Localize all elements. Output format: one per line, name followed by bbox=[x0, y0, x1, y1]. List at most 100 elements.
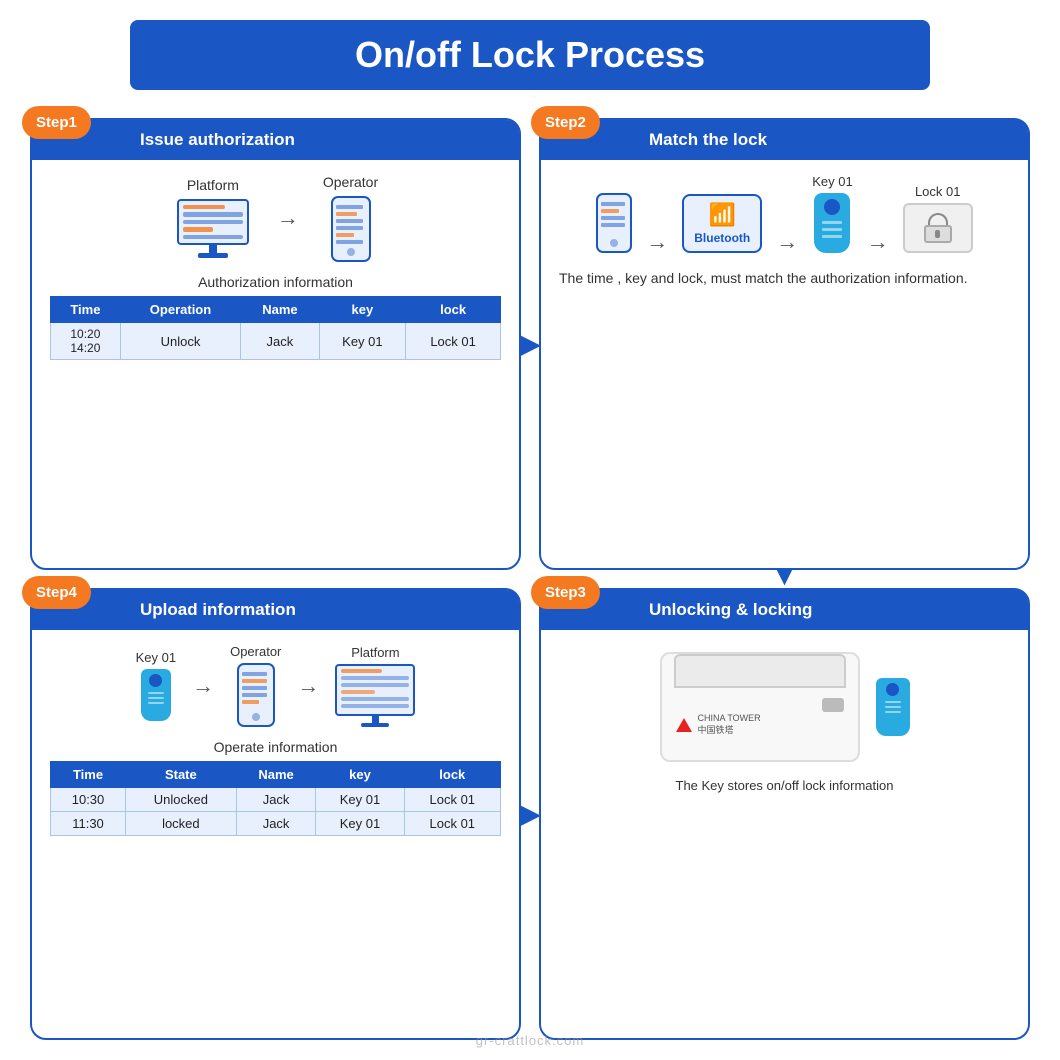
desktop-lines bbox=[341, 669, 409, 711]
arrow-platform-to-operator: → bbox=[277, 207, 299, 229]
step2-lock-label: Lock 01 bbox=[915, 184, 961, 199]
step4-key-group: Key 01 bbox=[136, 650, 176, 721]
step1-header: Issue authorization bbox=[32, 120, 519, 160]
arrow-bt-to-key: → bbox=[776, 231, 798, 253]
phone-line-3 bbox=[336, 219, 363, 223]
table-row: 10:2014:20 Unlock Jack Key 01 Lock 01 bbox=[51, 323, 501, 360]
lock-shackle bbox=[928, 213, 948, 225]
step4-operator-group: Operator bbox=[230, 644, 281, 727]
step4-phone-dot bbox=[252, 713, 260, 721]
auth-table-header-row: Time Operation Name key lock bbox=[51, 297, 501, 323]
step4-phone-lines bbox=[242, 672, 270, 704]
arrow-key-to-phone: → bbox=[192, 675, 214, 697]
steps-grid: Step1 Issue authorization Platform bbox=[30, 118, 1030, 1040]
monitor-line-2 bbox=[183, 212, 243, 216]
arrow-phone-to-platform: → bbox=[297, 675, 319, 697]
step4-platform-group: Platform bbox=[335, 645, 415, 727]
bluetooth-label: Bluetooth bbox=[694, 231, 750, 245]
platform-label: Platform bbox=[187, 177, 239, 193]
step2-phone-group bbox=[596, 193, 632, 253]
step2-description: The time , key and lock, must match the … bbox=[559, 267, 1010, 289]
phone-line-2 bbox=[336, 212, 357, 216]
step2-header: Match the lock bbox=[541, 120, 1028, 160]
arrow-step4-to-step3: ▶ bbox=[519, 800, 541, 828]
cell-lock: Lock 01 bbox=[406, 323, 501, 360]
key-top bbox=[824, 199, 840, 215]
step2-devices-row: → 📶 Bluetooth → Key 01 bbox=[559, 174, 1010, 253]
step4-body: Key 01 → Operator bbox=[32, 630, 519, 1038]
bluetooth-badge: 📶 Bluetooth bbox=[682, 194, 762, 253]
phone-line-4 bbox=[336, 226, 363, 230]
step3-key-line-1 bbox=[885, 701, 901, 703]
cell-time-1: 10:30 bbox=[51, 788, 126, 812]
lock-body bbox=[924, 225, 952, 243]
china-tower-box: CHINA TOWER中国铁塔 bbox=[660, 652, 860, 762]
step4-phone-icon bbox=[237, 663, 275, 727]
step4-phone-line-5 bbox=[242, 700, 259, 704]
step3-key-group bbox=[876, 678, 910, 736]
step4-key-fob bbox=[141, 669, 171, 721]
phone-line-5 bbox=[336, 233, 354, 237]
step2-phone-icon bbox=[596, 193, 632, 253]
monitor-line-4 bbox=[183, 227, 213, 231]
col-key-op: key bbox=[316, 762, 404, 788]
step3-description: The Key stores on/off lock information bbox=[676, 778, 894, 793]
cell-time: 10:2014:20 bbox=[51, 323, 121, 360]
phone-line-6 bbox=[336, 240, 363, 244]
operator-label: Operator bbox=[323, 174, 378, 190]
key-fob-line-2 bbox=[148, 697, 164, 699]
monitor-line-3 bbox=[183, 220, 243, 224]
cell-state-2: locked bbox=[126, 812, 237, 836]
desktop-screen bbox=[335, 664, 415, 716]
monitor-base bbox=[198, 253, 228, 258]
step3-card: Step3 Unlocking & locking CHINA TOWER中国铁… bbox=[539, 588, 1030, 1040]
step3-key-fob-top bbox=[886, 683, 899, 696]
col-time: Time bbox=[51, 297, 121, 323]
key-line-3 bbox=[822, 235, 842, 238]
col-lock: lock bbox=[406, 297, 501, 323]
table-row: 11:30 locked Jack Key 01 Lock 01 bbox=[51, 812, 501, 836]
step2-phone-dot bbox=[610, 239, 618, 247]
phone-dot bbox=[347, 248, 355, 256]
col-key: key bbox=[319, 297, 406, 323]
lock-icon bbox=[924, 213, 952, 243]
step3-badge: Step3 bbox=[531, 576, 600, 609]
step1-badge: Step1 bbox=[22, 106, 91, 139]
step2-body: → 📶 Bluetooth → Key 01 bbox=[541, 160, 1028, 568]
arrow-phone-to-bt: → bbox=[646, 231, 668, 253]
lock-box-small bbox=[903, 203, 973, 253]
cell-time-2: 11:30 bbox=[51, 812, 126, 836]
ct-logo-text: CHINA TOWER中国铁塔 bbox=[698, 713, 761, 736]
step3-body: CHINA TOWER中国铁塔 The Key sto bbox=[541, 630, 1028, 1038]
step4-phone-line-1 bbox=[242, 672, 267, 676]
key-fob-line-3 bbox=[148, 702, 164, 704]
operate-section-label: Operate information bbox=[214, 739, 338, 755]
step1-body: Platform bbox=[32, 160, 519, 568]
ct-logo-triangle bbox=[676, 718, 692, 732]
step4-platform-label: Platform bbox=[351, 645, 399, 660]
step2-phone-line-3 bbox=[601, 216, 624, 220]
step3-key-line-2 bbox=[885, 706, 901, 708]
monitor-line-5 bbox=[183, 235, 243, 239]
col-name: Name bbox=[241, 297, 319, 323]
phone-icon bbox=[331, 196, 371, 262]
operator-group: Operator bbox=[323, 174, 378, 262]
step2-phone-line-2 bbox=[601, 209, 619, 213]
step3-key-fob bbox=[876, 678, 910, 736]
desktop-line-3 bbox=[341, 683, 409, 687]
lock-keyhole bbox=[935, 230, 940, 238]
ct-lock-slot bbox=[822, 698, 844, 712]
platform-operator-row: Platform bbox=[50, 174, 501, 262]
arrow-step1-to-step2: ▶ bbox=[519, 330, 541, 358]
step2-lock-group: Lock 01 bbox=[903, 184, 973, 253]
cell-name-2: Jack bbox=[236, 812, 316, 836]
step3-key-line-3 bbox=[885, 711, 901, 713]
step4-phone-line-4 bbox=[242, 693, 267, 697]
col-operation: Operation bbox=[120, 297, 240, 323]
monitor-icon bbox=[173, 199, 253, 259]
cell-key: Key 01 bbox=[319, 323, 406, 360]
key-line-2 bbox=[822, 228, 842, 231]
step4-card: Step4 Upload information Key 01 bbox=[30, 588, 521, 1040]
cell-state-1: Unlocked bbox=[126, 788, 237, 812]
page-title: On/off Lock Process bbox=[130, 20, 930, 90]
